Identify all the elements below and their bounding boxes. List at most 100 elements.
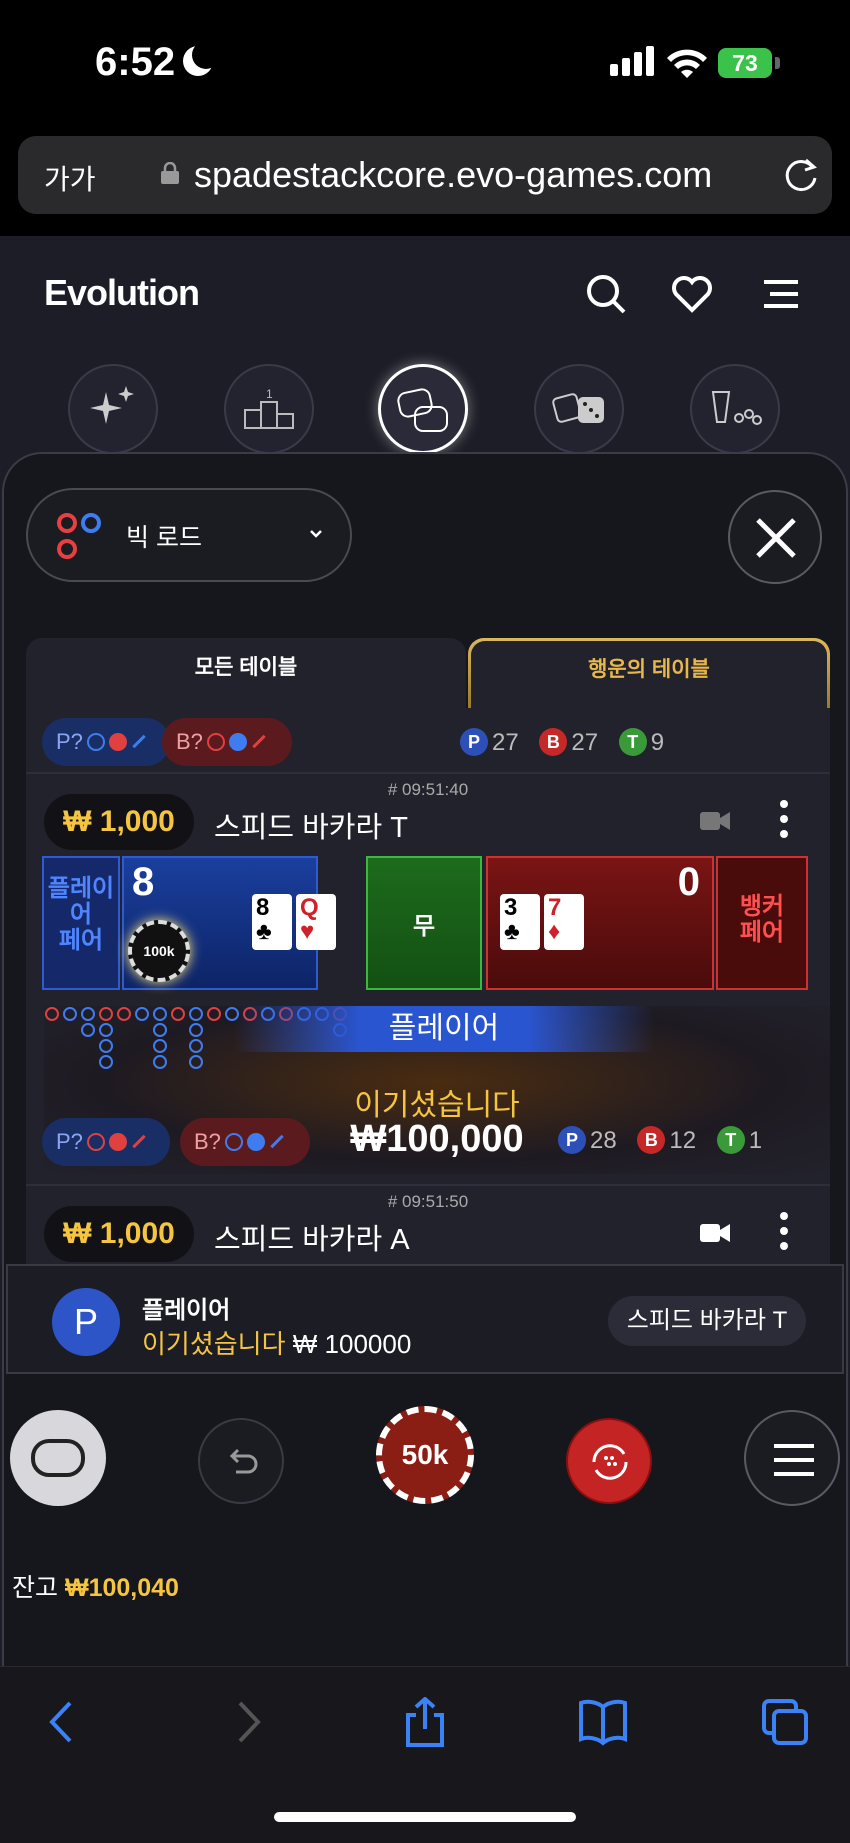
- banker-pair-spot[interactable]: 뱅커 페어: [716, 856, 808, 990]
- repeat-icon: [592, 1444, 628, 1480]
- category-baccarat[interactable]: [378, 364, 468, 454]
- banker-card-1: 3 ♣: [500, 894, 540, 950]
- status-time: 6:52: [95, 40, 176, 84]
- more-options-icon[interactable]: [780, 800, 788, 845]
- moon-icon: [183, 41, 220, 76]
- player-pair-label: 플레이 어 페어: [47, 875, 115, 954]
- category-dice[interactable]: [534, 364, 624, 454]
- player-avatar: P: [52, 1288, 120, 1356]
- battery-tip: [775, 57, 780, 69]
- balance-label: 잔고: [12, 1574, 59, 1602]
- balance-amount: ₩100,040: [64, 1574, 179, 1602]
- notification-title: 플레이어: [142, 1297, 231, 1324]
- reload-icon[interactable]: [780, 154, 822, 196]
- tab-lucky-tables[interactable]: 행운의 테이블: [468, 638, 830, 708]
- table-tabs: 모든 테이블 행운의 테이블: [26, 638, 830, 708]
- category-featured[interactable]: [68, 364, 158, 454]
- player-card-1: 8 ♣: [252, 894, 292, 950]
- url-text[interactable]: spadestackcore.evo-games.com: [194, 154, 712, 196]
- player-prediction-button[interactable]: P?: [42, 718, 170, 766]
- category-game-shows[interactable]: [690, 364, 780, 454]
- banker-spot[interactable]: 0 3 ♣ 7 ♦: [486, 856, 714, 990]
- road-type-label: 빅 로드: [126, 524, 202, 552]
- tab-all-tables[interactable]: 모든 테이블: [26, 638, 466, 708]
- chevron-down-icon: [310, 530, 322, 538]
- tie-badge: T: [618, 728, 647, 756]
- chips-icon: [711, 391, 762, 425]
- result-counts: P 27 B 27 T9: [446, 728, 664, 757]
- road-icon: [57, 513, 101, 559]
- chip-selector[interactable]: 50k: [376, 1406, 474, 1504]
- banker-score: 0: [677, 860, 700, 904]
- video-camera-icon[interactable]: [700, 810, 730, 832]
- heart-icon[interactable]: [670, 272, 714, 316]
- placed-chip: 100k: [128, 920, 190, 982]
- win-notification[interactable]: P 플레이어 이기셨습니다 ₩ 100000 스피드 바카라 T: [6, 1264, 844, 1374]
- banker-prediction-button[interactable]: B?: [180, 1118, 310, 1166]
- bookmarks-icon[interactable]: [578, 1697, 628, 1747]
- tie-spot[interactable]: 무: [366, 856, 482, 990]
- bet-limit-badge: ₩ 1,000: [44, 1206, 194, 1262]
- tie-count: 9: [650, 729, 665, 756]
- repeat-bet-button[interactable]: [566, 1418, 652, 1504]
- baccarat-icon: [397, 388, 448, 432]
- table-list: P? B? P 27 B 27 T9 # 09:51:40 ₩ 1,000 스피드 …: [26, 708, 830, 1268]
- notification-message: 이기셨습니다 ₩ 100000: [142, 1324, 411, 1361]
- banker-count: 12: [669, 1127, 697, 1154]
- winner-banner: 플레이어: [234, 1006, 654, 1052]
- table-name[interactable]: 스피드 바카라 T: [214, 804, 408, 846]
- close-button[interactable]: [728, 490, 822, 584]
- forward-icon[interactable]: [222, 1697, 272, 1747]
- address-bar[interactable]: 가가 spadestackcore.evo-games.com: [18, 136, 832, 214]
- text-size-button[interactable]: 가가: [44, 158, 96, 198]
- category-top-games[interactable]: 1: [224, 364, 314, 454]
- player-spot[interactable]: 8 8 ♣ Q ♥ 100k: [122, 856, 336, 990]
- video-camera-icon[interactable]: [700, 1222, 730, 1244]
- bet-limit-badge: ₩ 1,000: [44, 794, 194, 850]
- player-prediction-button[interactable]: P?: [42, 1118, 170, 1166]
- lock-icon: [161, 162, 179, 184]
- player-pair-spot[interactable]: 플레이 어 페어: [42, 856, 120, 990]
- menu-icon[interactable]: [758, 272, 802, 316]
- evolution-logo[interactable]: Evolution: [44, 272, 200, 314]
- balance-display: 잔고 ₩100,040: [12, 1568, 179, 1604]
- sparkle-icon: [90, 386, 134, 424]
- notification-amount: ₩ 100000: [292, 1329, 412, 1359]
- undo-button[interactable]: [198, 1418, 284, 1504]
- banker-card-2: 7 ♦: [544, 894, 584, 950]
- banker-pair-label: 뱅커 페어: [739, 893, 785, 946]
- notification-table-chip[interactable]: 스피드 바카라 T: [608, 1296, 806, 1346]
- banker-count: 27: [571, 729, 599, 756]
- player-count: 28: [590, 1127, 617, 1154]
- result-counts: P 28 B 12 T1: [544, 1126, 762, 1155]
- category-row: 1: [0, 364, 850, 464]
- undo-icon: [229, 1448, 258, 1474]
- search-icon[interactable]: [584, 272, 628, 316]
- tie-badge: T: [716, 1126, 745, 1154]
- game-menu-button[interactable]: [744, 1410, 840, 1506]
- prediction-label: B?: [194, 1129, 221, 1154]
- tie-label: 무: [412, 913, 436, 940]
- banker-prediction-button[interactable]: B?: [162, 718, 292, 766]
- site-header: Evolution: [0, 236, 850, 346]
- table-card-speed-baccarat-t[interactable]: # 09:51:40 ₩ 1,000 스피드 바카라 T 플레이 어 페어 8 …: [26, 772, 830, 1182]
- prediction-label: P?: [56, 729, 83, 754]
- player-count: 27: [492, 729, 519, 756]
- notification-win-text: 이기셨습니다: [142, 1329, 286, 1359]
- more-options-icon[interactable]: [780, 1212, 788, 1257]
- tabs-icon[interactable]: [760, 1697, 810, 1747]
- back-icon[interactable]: [38, 1697, 88, 1747]
- dice-icon: [552, 393, 604, 423]
- share-icon[interactable]: [400, 1697, 450, 1747]
- close-icon: [756, 518, 796, 558]
- wifi-icon: [667, 49, 707, 78]
- road-type-dropdown[interactable]: 빅 로드: [26, 488, 352, 582]
- table-card-speed-baccarat-a[interactable]: # 09:51:50 ₩ 1,000 스피드 바카라 A: [26, 1184, 830, 1268]
- table-name[interactable]: 스피드 바카라 A: [214, 1216, 410, 1258]
- hamburger-icon: [774, 1444, 814, 1476]
- table-view-button[interactable]: [10, 1410, 106, 1506]
- home-indicator: [274, 1812, 576, 1822]
- table-icon: [31, 1439, 85, 1477]
- battery-indicator: 73: [718, 48, 772, 78]
- player-badge: P: [460, 728, 488, 756]
